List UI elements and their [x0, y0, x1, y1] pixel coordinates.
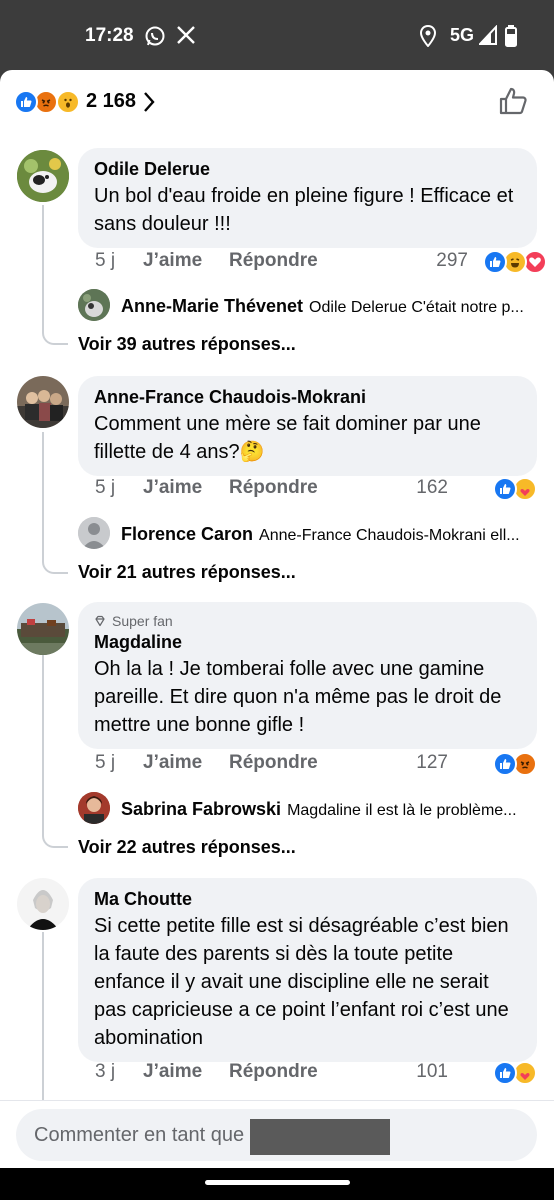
like-button[interactable]: J’aime	[143, 752, 202, 774]
location-icon	[419, 24, 437, 52]
reply-preview[interactable]: Sabrina Fabrowski Magdaline il est là le …	[121, 797, 541, 823]
like-reaction-icon	[14, 90, 38, 114]
comments-sheet: 2 168 Odile Delerue Un bol d'eau froide …	[0, 70, 554, 1168]
comment-actions: 3 j J’aime Répondre 101	[95, 1059, 540, 1087]
comment-text: Un bol d'eau froide en pleine figure ! E…	[94, 185, 514, 235]
comment-author[interactable]: Ma Choutte	[94, 888, 521, 910]
thread-line	[42, 205, 44, 315]
reply-text: Magdaline il est là le problème...	[287, 802, 517, 819]
chevron-right-icon[interactable]	[142, 90, 156, 119]
comment-actions: 5 j J’aime Répondre 297	[95, 248, 547, 276]
view-more-replies[interactable]: Voir 21 autres réponses...	[78, 562, 296, 583]
reaction-count[interactable]: 2 168	[86, 90, 136, 113]
badge-label: Super fan	[112, 613, 173, 629]
comment-composer: Commenter en tant que	[0, 1100, 554, 1168]
reaction-count[interactable]: 127	[416, 752, 448, 774]
thread-line	[42, 655, 44, 818]
battery-icon	[505, 25, 517, 52]
reply-preview[interactable]: Anne-Marie Thévenet Odile Delerue C'était…	[121, 294, 541, 320]
comment-bubble: Super fan Magdaline Oh la la ! Je tomber…	[78, 602, 537, 749]
diamond-icon	[95, 615, 105, 627]
home-gesture-handle[interactable]	[205, 1180, 350, 1185]
view-more-replies[interactable]: Voir 39 autres réponses...	[78, 334, 296, 355]
thread-line	[42, 932, 44, 1100]
reply-author[interactable]: Florence Caron	[121, 524, 253, 544]
comment-reactions[interactable]	[483, 250, 547, 274]
avatar[interactable]	[17, 376, 69, 428]
super-fan-badge: Super fan	[94, 612, 521, 630]
reply-button[interactable]: Répondre	[229, 1061, 318, 1083]
comment-bubble: Ma Choutte Si cette petite fille est si …	[78, 878, 537, 1062]
reply-button[interactable]: Répondre	[229, 250, 318, 272]
comment-author[interactable]: Odile Delerue	[94, 158, 521, 180]
comment-text: Oh la la ! Je tomberai folle avec une ga…	[94, 658, 502, 736]
comment-reactions[interactable]	[493, 477, 553, 501]
like-reaction-icon	[483, 250, 507, 274]
like-reaction-icon	[493, 477, 517, 501]
comment-age: 5 j	[95, 752, 116, 773]
comment-reactions[interactable]	[493, 1061, 553, 1085]
comment-text: Si cette petite fille est si désagréable…	[94, 915, 509, 1049]
wow-reaction-icon	[56, 90, 80, 114]
redacted-name	[250, 1119, 390, 1155]
comment-bubble: Anne-France Chaudois-Mokrani Comment une…	[78, 376, 537, 476]
reply-text: Odile Delerue C'était notre p...	[309, 299, 524, 316]
reply-button[interactable]: Répondre	[229, 752, 318, 774]
avatar[interactable]	[78, 792, 110, 824]
view-more-replies[interactable]: Voir 22 autres réponses...	[78, 837, 296, 858]
comment-text: Comment une mère se fait dominer par une…	[94, 413, 481, 463]
thread-connector	[42, 818, 68, 848]
reaction-count[interactable]: 297	[436, 250, 468, 272]
avatar[interactable]	[78, 289, 110, 321]
status-bar: 17:28 5G	[0, 0, 554, 70]
reply-author[interactable]: Sabrina Fabrowski	[121, 799, 281, 819]
thread-connector	[42, 544, 68, 574]
comment-bubble: Odile Delerue Un bol d'eau froide en ple…	[78, 148, 537, 248]
avatar[interactable]	[17, 603, 69, 655]
whatsapp-icon	[144, 25, 166, 52]
comment-age: 5 j	[95, 250, 116, 271]
default-avatar-icon[interactable]	[78, 517, 110, 549]
like-outline-icon[interactable]	[498, 86, 528, 121]
status-time: 17:28	[85, 25, 134, 46]
signal-icon	[477, 24, 497, 50]
comment-age: 5 j	[95, 477, 116, 498]
like-reaction-icon	[493, 1061, 517, 1085]
system-nav-bar	[0, 1168, 554, 1200]
reaction-count[interactable]: 162	[416, 477, 448, 499]
comment-actions: 5 j J’aime Répondre 127	[95, 750, 540, 778]
reply-preview[interactable]: Florence Caron Anne-France Chaudois-Mokra…	[121, 522, 541, 548]
reply-text: Anne-France Chaudois-Mokrani ell...	[259, 527, 520, 544]
avatar[interactable]	[17, 150, 69, 202]
like-button[interactable]: J’aime	[143, 250, 202, 272]
comment-reactions[interactable]	[493, 752, 553, 776]
like-reaction-icon	[493, 752, 517, 776]
comment-age: 3 j	[95, 1061, 116, 1082]
like-button[interactable]: J’aime	[143, 1061, 202, 1083]
comment-actions: 5 j J’aime Répondre 162	[95, 475, 540, 503]
thread-connector	[42, 315, 68, 345]
reactions-summary[interactable]	[14, 90, 86, 114]
reply-button[interactable]: Répondre	[229, 477, 318, 499]
network-type: 5G	[450, 25, 475, 45]
thread-line	[42, 432, 44, 544]
like-button[interactable]: J’aime	[143, 477, 202, 499]
reaction-count[interactable]: 101	[416, 1061, 448, 1083]
avatar[interactable]	[17, 878, 69, 930]
comment-author[interactable]: Magdaline	[94, 631, 521, 653]
reactions-header: 2 168	[0, 70, 554, 134]
comment-author[interactable]: Anne-France Chaudois-Mokrani	[94, 386, 521, 408]
reply-author[interactable]: Anne-Marie Thévenet	[121, 296, 303, 316]
x-icon	[176, 25, 196, 50]
